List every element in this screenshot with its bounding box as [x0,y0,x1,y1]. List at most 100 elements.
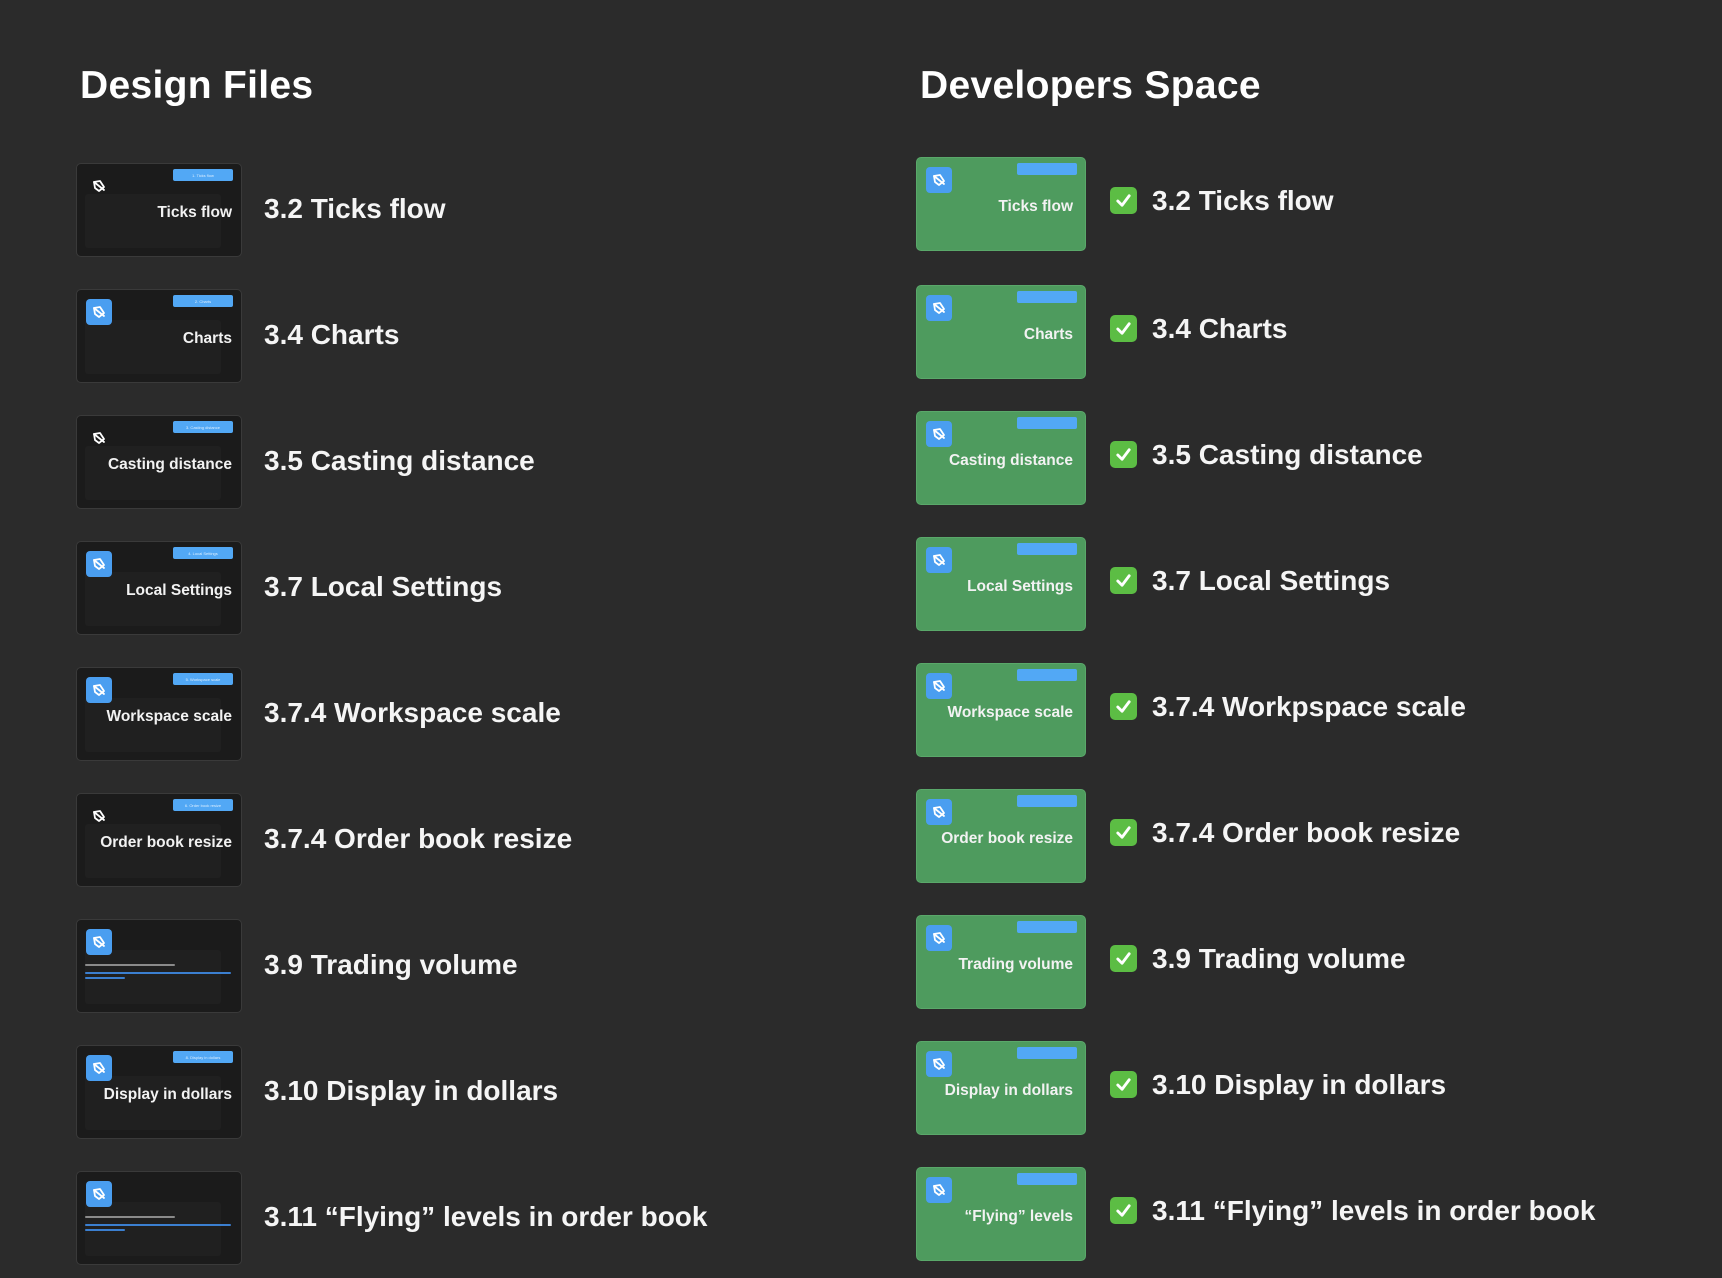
figma-logo-icon [926,421,952,447]
developer-file-title[interactable]: 3.9 Trading volume [1152,943,1406,975]
check-mark-icon [1110,945,1137,972]
developer-file-row[interactable]: Order book resize 3.7.4 Order book resize [916,789,1696,885]
thumbnail-label: Order book resize [941,830,1073,847]
figma-logo-icon [86,299,112,325]
design-file-thumbnail[interactable]: 4. Local Settings Local Settings [76,541,242,635]
thumbnail-label: Order book resize [100,834,232,851]
thumbnail-tag: 6. Order book resize [173,799,233,811]
design-file-row[interactable]: 3. Casting distance Casting distance 3.5 C… [76,415,856,511]
design-file-thumbnail[interactable]: 5. Workspace scale Workspace scale [76,667,242,761]
design-file-row[interactable]: 4. Local Settings Local Settings 3.7 Local… [76,541,856,637]
design-file-thumbnail[interactable]: 3. Casting distance Casting distance [76,415,242,509]
thumbnail-text-line [85,1224,231,1226]
thumbnail-text-line [85,977,125,979]
developer-file-row[interactable]: Casting distance 3.5 Casting distance [916,411,1696,507]
thumbnail-label: Charts [1023,326,1073,343]
figma-logo-icon [86,551,112,577]
thumbnail-label: “Flying” levels [964,1208,1073,1225]
design-file-row[interactable]: 3.9 Trading volume [76,919,856,1015]
design-file-row[interactable]: 8. Display in dollars Display in dollars 3… [76,1045,856,1141]
thumbnail-tag: 1. Ticks flow [173,169,233,181]
developer-file-thumbnail[interactable]: Ticks flow [916,157,1086,251]
figma-logo-icon [926,799,952,825]
design-file-thumbnail[interactable]: 6. Order book resize Order book resize [76,793,242,887]
developer-file-row[interactable]: Display in dollars 3.10 Display in dollar… [916,1041,1696,1137]
check-mark-icon [1110,441,1137,468]
developer-file-title[interactable]: 3.5 Casting distance [1152,439,1423,471]
thumbnail-tag [1017,1047,1077,1059]
thumbnail-text-line [85,1229,125,1231]
thumbnail-tag [1017,417,1077,429]
developer-file-thumbnail[interactable]: Charts [916,285,1086,379]
developer-file-thumbnail[interactable]: Local Settings [916,537,1086,631]
developer-file-thumbnail[interactable]: Trading volume [916,915,1086,1009]
developer-file-thumbnail[interactable]: Workspace scale [916,663,1086,757]
check-mark-icon [1110,315,1137,342]
thumbnail-text-line [85,964,175,966]
figma-logo-icon [926,1177,952,1203]
thumbnail-tag: 5. Workspace scale [173,673,233,685]
thumbnail-label: Ticks flow [998,198,1073,215]
design-file-title[interactable]: 3.4 Charts [264,319,399,351]
developer-file-thumbnail[interactable]: Order book resize [916,789,1086,883]
thumbnail-tag [1017,291,1077,303]
thumbnail-tag [1017,795,1077,807]
developer-file-thumbnail[interactable]: Display in dollars [916,1041,1086,1135]
design-file-thumbnail[interactable] [76,1171,242,1265]
developer-file-row[interactable]: Workspace scale 3.7.4 Workpspace scale [916,663,1696,759]
design-file-title[interactable]: 3.7.4 Workspace scale [264,697,561,729]
developer-file-title[interactable]: 3.4 Charts [1152,313,1287,345]
design-file-title[interactable]: 3.10 Display in dollars [264,1075,558,1107]
design-file-title[interactable]: 3.7.4 Order book resize [264,823,572,855]
design-file-row[interactable]: 1. Ticks flow Ticks flow 3.2 Ticks flow [76,163,856,259]
developer-file-row[interactable]: Ticks flow 3.2 Ticks flow [916,157,1696,253]
figma-logo-icon [926,1051,952,1077]
check-mark-icon [1110,693,1137,720]
design-file-title[interactable]: 3.7 Local Settings [264,571,502,603]
figma-logo-icon [86,173,112,199]
thumbnail-tag [1017,669,1077,681]
design-file-thumbnail[interactable]: 2. Charts Charts [76,289,242,383]
thumbnail-label: Workspace scale [106,708,232,725]
developer-file-row[interactable]: Local Settings 3.7 Local Settings [916,537,1696,633]
figma-logo-icon [86,803,112,829]
figma-logo-icon [86,929,112,955]
design-file-row[interactable]: 3.11 “Flying” levels in order book [76,1171,856,1267]
developer-file-row[interactable]: Charts 3.4 Charts [916,285,1696,381]
developer-file-thumbnail[interactable]: Casting distance [916,411,1086,505]
design-file-title[interactable]: 3.9 Trading volume [264,949,518,981]
check-mark-icon [1110,819,1137,846]
design-file-row[interactable]: 6. Order book resize Order book resize 3.7… [76,793,856,889]
developer-file-row[interactable]: “Flying” levels 3.11 “Flying” levels in o… [916,1167,1696,1263]
design-file-title[interactable]: 3.5 Casting distance [264,445,535,477]
developer-file-title[interactable]: 3.11 “Flying” levels in order book [1152,1195,1595,1227]
thumbnail-tag: 4. Local Settings [173,547,233,559]
developer-file-title[interactable]: 3.7.4 Order book resize [1152,817,1460,849]
developer-file-row[interactable]: Trading volume 3.9 Trading volume [916,915,1696,1011]
figma-logo-icon [926,167,952,193]
check-mark-icon [1110,1197,1137,1224]
thumbnail-label: Trading volume [958,956,1073,973]
figma-logo-icon [926,673,952,699]
design-file-title[interactable]: 3.11 “Flying” levels in order book [264,1201,707,1233]
design-files-heading: Design Files [80,64,314,107]
thumbnail-tag: 2. Charts [173,295,233,307]
thumbnail-label: Ticks flow [157,204,232,221]
figma-logo-icon [86,425,112,451]
developer-file-title[interactable]: 3.10 Display in dollars [1152,1069,1446,1101]
thumbnail-label: Local Settings [126,582,232,599]
developer-file-title[interactable]: 3.2 Ticks flow [1152,185,1334,217]
thumbnail-tag [1017,921,1077,933]
developers-space-heading: Developers Space [920,64,1261,107]
developer-file-title[interactable]: 3.7.4 Workpspace scale [1152,691,1466,723]
design-file-row[interactable]: 5. Workspace scale Workspace scale 3.7.4 W… [76,667,856,763]
design-file-thumbnail[interactable]: 8. Display in dollars Display in dollars [76,1045,242,1139]
design-file-row[interactable]: 2. Charts Charts 3.4 Charts [76,289,856,385]
design-file-thumbnail[interactable]: 1. Ticks flow Ticks flow [76,163,242,257]
design-file-thumbnail[interactable] [76,919,242,1013]
developer-file-title[interactable]: 3.7 Local Settings [1152,565,1390,597]
developer-file-thumbnail[interactable]: “Flying” levels [916,1167,1086,1261]
thumbnail-tag [1017,163,1077,175]
design-file-title[interactable]: 3.2 Ticks flow [264,193,446,225]
thumbnail-tag: 8. Display in dollars [173,1051,233,1063]
